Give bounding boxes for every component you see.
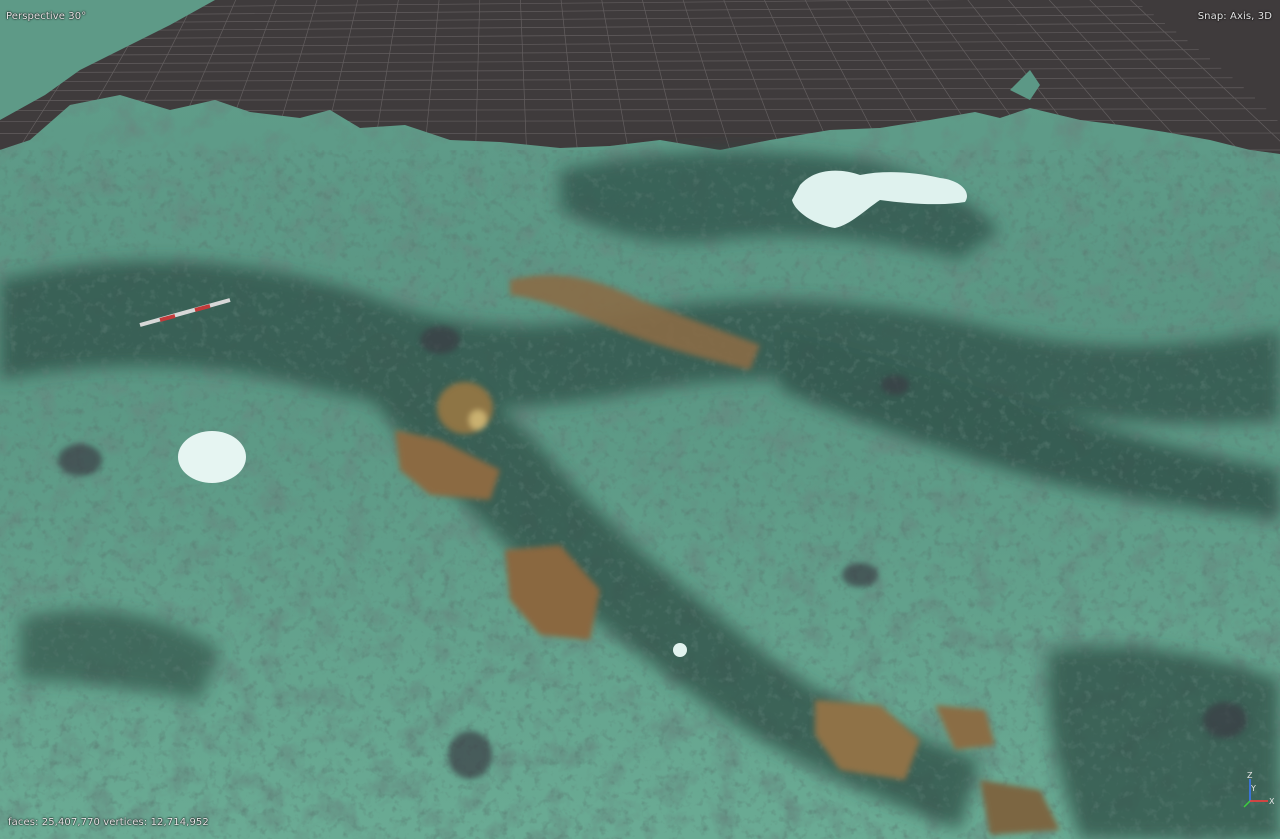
snap-mode-label[interactable]: Snap: Axis, 3D bbox=[1198, 11, 1272, 22]
view-mode-label[interactable]: Perspective 30° bbox=[6, 11, 86, 22]
3d-viewport[interactable]: Perspective 30° Snap: Axis, 3D faces: 25… bbox=[0, 0, 1280, 839]
y-axis-line bbox=[1243, 800, 1251, 808]
axis-gizmo: Z Y X bbox=[1243, 771, 1275, 808]
mesh-stats-label: faces: 25,407,770 vertices: 12,714,952 bbox=[8, 817, 209, 828]
x-axis-label: X bbox=[1269, 797, 1275, 806]
seafloor-mesh-render[interactable] bbox=[0, 0, 1280, 839]
z-axis-label: Z bbox=[1247, 771, 1253, 780]
y-axis-label: Y bbox=[1250, 784, 1256, 793]
